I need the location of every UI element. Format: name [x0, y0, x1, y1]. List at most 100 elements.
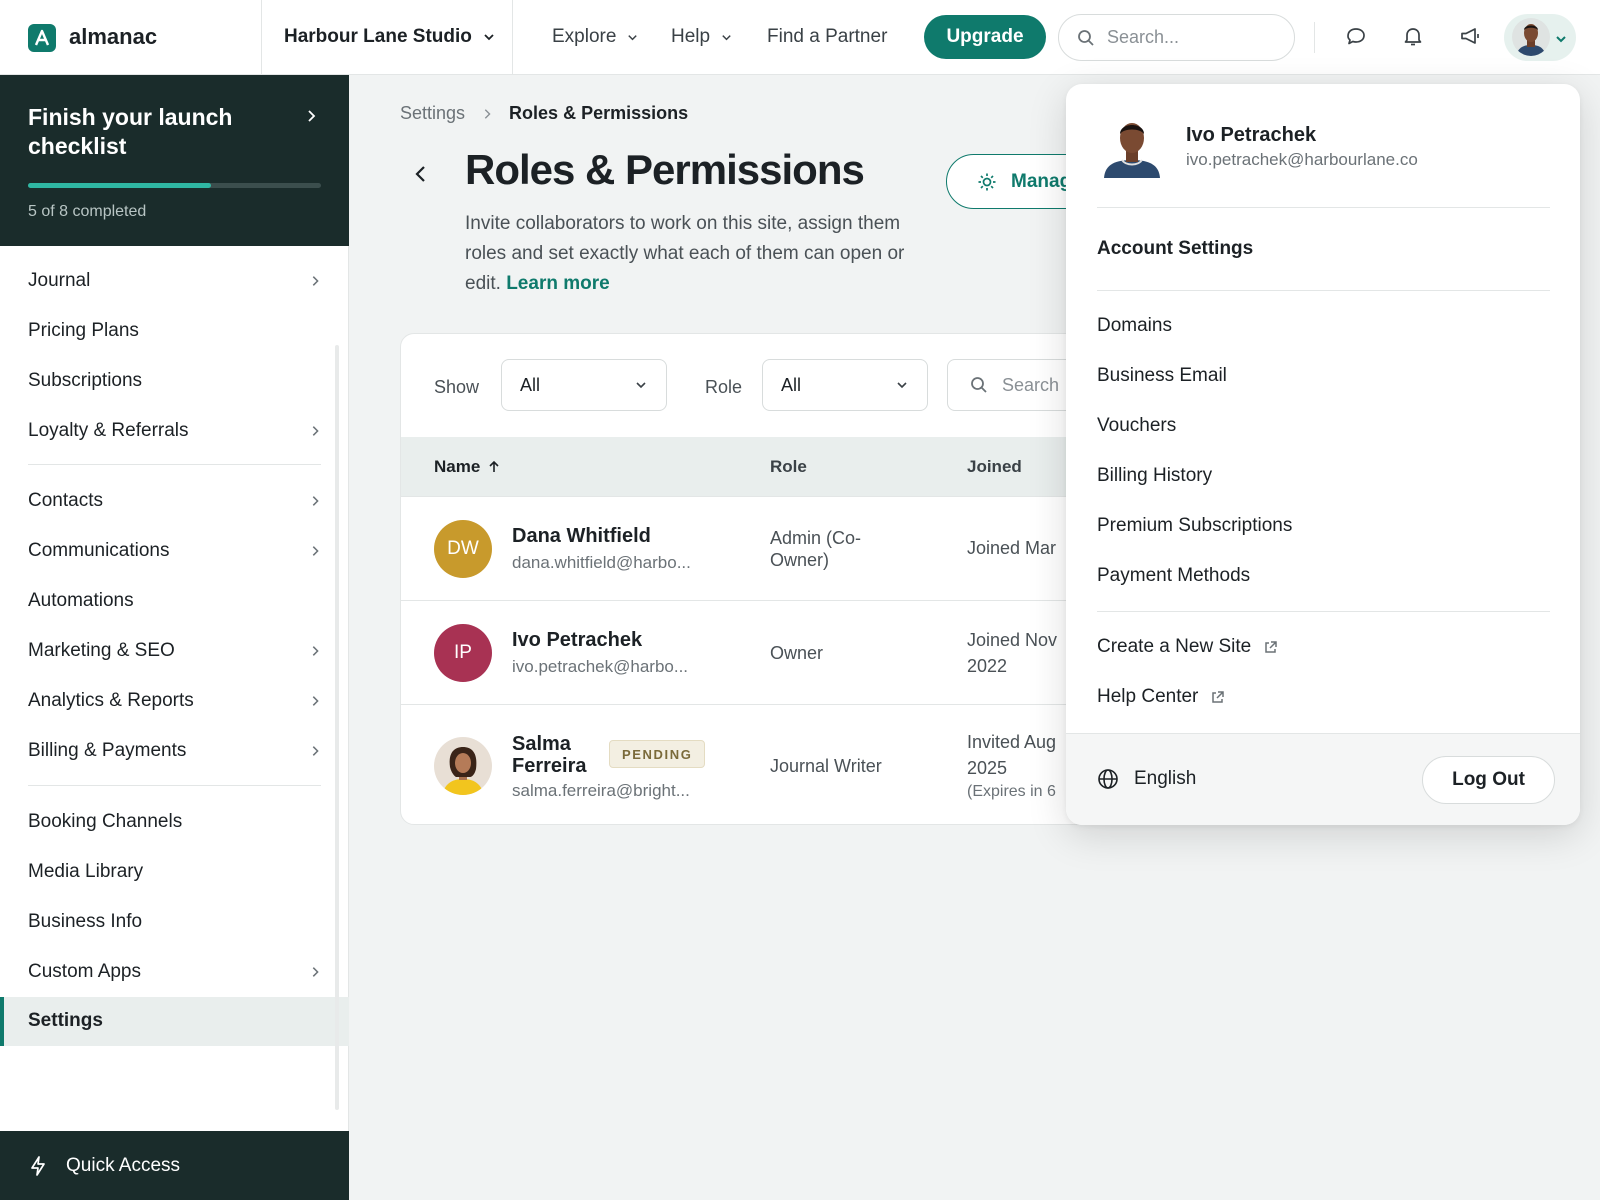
brand-name[interactable]: almanac	[69, 24, 157, 50]
back-arrow-icon[interactable]	[412, 163, 430, 185]
account-menu-button[interactable]	[1504, 14, 1576, 61]
breadcrumb-current: Roles & Permissions	[509, 103, 689, 123]
divider	[1314, 22, 1315, 53]
member-role: Journal Writer	[770, 756, 882, 776]
sidebar-item-media-library[interactable]: Media Library	[28, 852, 321, 892]
member-email: ivo.petrachek@harbo...	[512, 657, 689, 676]
log-out-button[interactable]: Log Out	[1422, 756, 1555, 804]
bell-icon[interactable]	[1401, 24, 1425, 48]
sidebar-item-label: Billing & Payments	[28, 740, 187, 761]
column-header-name[interactable]: Name	[434, 457, 500, 477]
sidebar-item-label: Loyalty & Referrals	[28, 420, 189, 441]
megaphone-icon[interactable]	[1458, 24, 1482, 48]
chevron-right-icon	[309, 495, 321, 507]
launch-checklist-card[interactable]: Finish your launch checklist 5 of 8 comp…	[0, 75, 349, 246]
chat-icon[interactable]	[1344, 24, 1368, 48]
menu-item-business-email[interactable]: Business Email	[1097, 365, 1227, 387]
breadcrumb-settings-link[interactable]: Settings	[400, 103, 465, 124]
nav-help-label: Help	[671, 26, 711, 47]
status-badge: PENDING	[609, 740, 706, 768]
sidebar-item-label: Business Info	[28, 911, 143, 932]
menu-item-label: Premium Subscriptions	[1097, 515, 1293, 536]
sidebar-item-booking-channels[interactable]: Booking Channels	[28, 802, 321, 842]
nav-find-partner[interactable]: Find a Partner	[767, 26, 887, 48]
account-menu-footer: English Log Out	[1066, 733, 1580, 825]
sidebar-item-journal[interactable]: Journal	[28, 261, 321, 301]
sidebar-divider	[28, 785, 321, 786]
table-row[interactable]: Salma Ferreira PENDING salma.ferreira@br…	[401, 704, 1099, 824]
column-joined-label: Joined	[967, 457, 1022, 476]
sidebar-item-marketing-seo[interactable]: Marketing & SEO	[28, 631, 321, 671]
sidebar-item-analytics-reports[interactable]: Analytics & Reports	[28, 681, 321, 721]
chevron-down-icon	[1554, 32, 1568, 46]
member-initials: IP	[454, 642, 472, 663]
sidebar-item-communications[interactable]: Communications	[28, 531, 321, 571]
show-filter-select[interactable]: All	[501, 359, 667, 411]
menu-item-billing-history[interactable]: Billing History	[1097, 465, 1212, 487]
quick-access-label: Quick Access	[66, 1154, 181, 1176]
account-email: ivo.petrachek@harbourlane.co	[1186, 150, 1418, 169]
top-search-input[interactable]: Search...	[1058, 14, 1295, 61]
member-email: salma.ferreira@bright...	[512, 781, 690, 800]
menu-item-domains[interactable]: Domains	[1097, 315, 1172, 337]
sidebar-item-label: Pricing Plans	[28, 320, 139, 341]
gear-icon	[977, 172, 997, 192]
sidebar-item-label: Media Library	[28, 861, 144, 882]
chevron-down-icon	[895, 378, 909, 392]
nav-explore-label: Explore	[552, 26, 617, 47]
sidebar-item-automations[interactable]: Automations	[28, 581, 321, 621]
sidebar-item-subscriptions[interactable]: Subscriptions	[28, 361, 321, 401]
almanac-logo-icon[interactable]	[28, 24, 56, 52]
sidebar-item-contacts[interactable]: Contacts	[28, 481, 321, 521]
menu-item-payment-methods[interactable]: Payment Methods	[1097, 565, 1250, 587]
search-icon	[1077, 29, 1095, 47]
external-link-icon	[1263, 640, 1278, 655]
profile-photo	[1102, 114, 1162, 178]
learn-more-link[interactable]: Learn more	[506, 273, 609, 294]
member-avatar: DW	[434, 520, 492, 578]
member-joined: Joined Nov 2022	[967, 627, 1067, 679]
menu-item-help-center[interactable]: Help Center	[1097, 686, 1225, 708]
column-header-role[interactable]: Role	[770, 457, 807, 477]
member-joined-text: Joined Mar	[967, 538, 1057, 558]
table-row[interactable]: IP Ivo Petrachek ivo.petrachek@harbo... …	[401, 600, 1099, 704]
members-card: Show All Role All Search Name Role Joine…	[400, 333, 1100, 825]
language-selector[interactable]: English	[1097, 768, 1196, 790]
nav-help[interactable]: Help	[671, 26, 733, 48]
menu-item-label: Payment Methods	[1097, 565, 1251, 586]
chevron-right-icon	[309, 275, 321, 287]
avatar	[1512, 18, 1550, 56]
sidebar-item-pricing-plans[interactable]: Pricing Plans	[28, 311, 321, 351]
chevron-right-icon	[309, 745, 321, 757]
manage-roles-label: Manag	[1011, 170, 1072, 192]
chevron-right-icon	[481, 108, 493, 120]
sidebar-item-label: Communications	[28, 540, 170, 561]
breadcrumb: Settings Roles & Permissions	[400, 103, 688, 124]
menu-divider	[1097, 207, 1550, 208]
menu-item-premium-subscriptions[interactable]: Premium Subscriptions	[1097, 515, 1292, 537]
quick-access-button[interactable]: Quick Access	[0, 1131, 349, 1200]
account-settings-link[interactable]: Account Settings	[1097, 238, 1253, 260]
sidebar-item-billing-payments[interactable]: Billing & Payments	[28, 731, 321, 771]
role-filter-select[interactable]: All	[762, 359, 928, 411]
sidebar-item-business-info[interactable]: Business Info	[28, 902, 321, 942]
table-row[interactable]: DW Dana Whitfield dana.whitfield@harbo..…	[401, 496, 1099, 600]
sidebar-item-label: Booking Channels	[28, 811, 183, 832]
nav-explore[interactable]: Explore	[552, 26, 639, 48]
menu-item-vouchers[interactable]: Vouchers	[1097, 415, 1176, 437]
upgrade-button[interactable]: Upgrade	[924, 15, 1046, 59]
member-initials: DW	[447, 538, 479, 559]
sidebar-item-settings[interactable]: Settings	[0, 997, 349, 1046]
top-bar: almanac Harbour Lane Studio Explore Help…	[0, 0, 1600, 75]
nav-find-partner-label: Find a Partner	[767, 26, 888, 47]
sidebar-item-custom-apps[interactable]: Custom Apps	[28, 952, 321, 992]
column-header-joined[interactable]: Joined	[967, 457, 1022, 477]
menu-item-create-new-site[interactable]: Create a New Site	[1097, 636, 1278, 658]
menu-item-label: Create a New Site	[1097, 636, 1252, 657]
sidebar-item-loyalty-referrals[interactable]: Loyalty & Referrals	[28, 411, 321, 451]
member-joined-text: Joined Nov 2022	[967, 630, 1058, 676]
sidebar-scrollbar[interactable]	[335, 345, 339, 1110]
show-filter-label: Show	[434, 377, 480, 397]
checklist-progress-fill	[28, 183, 212, 188]
site-switcher[interactable]: Harbour Lane Studio	[284, 26, 496, 48]
